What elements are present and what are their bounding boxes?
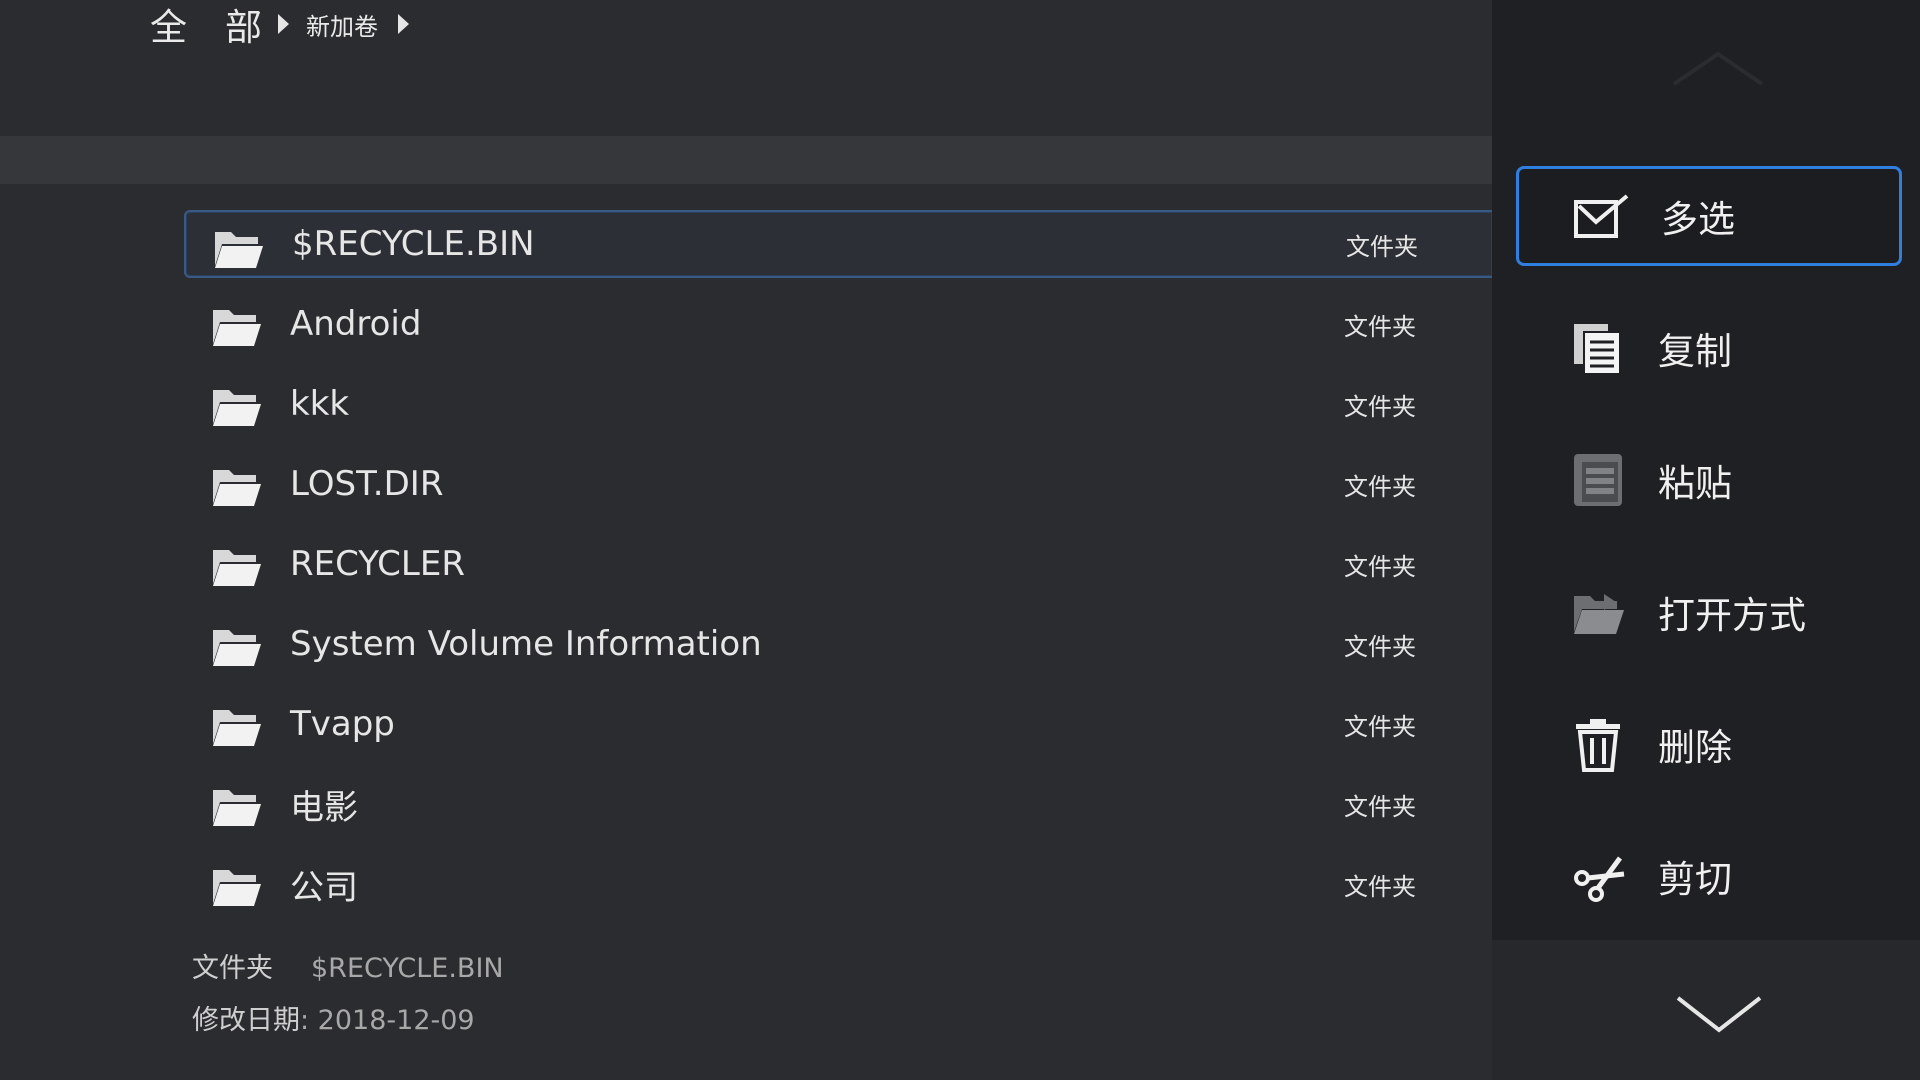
file-type: 文件夹 xyxy=(1344,872,1416,901)
file-name: $RECYCLE.BIN xyxy=(292,224,535,264)
paste-icon xyxy=(1570,452,1626,508)
trash-icon xyxy=(1570,716,1626,772)
file-name: 电影 xyxy=(290,787,358,828)
file-name: RECYCLER xyxy=(290,544,465,584)
file-type: 文件夹 xyxy=(1344,712,1416,741)
file-type: 文件夹 xyxy=(1346,232,1418,261)
open-folder-icon xyxy=(1570,584,1626,640)
selected-file-date: 修改日期: 2018-12-09 xyxy=(192,998,475,1037)
file-type: 文件夹 xyxy=(1344,312,1416,341)
menu-label: 打开方式 xyxy=(1658,594,1806,637)
file-type: 文件夹 xyxy=(1344,392,1416,421)
folder-icon xyxy=(210,304,262,348)
file-name: Tvapp xyxy=(290,704,395,744)
folder-icon xyxy=(212,226,264,270)
file-row[interactable]: kkk 文件夹 xyxy=(184,370,1492,438)
file-row[interactable]: System Volume Information 文件夹 xyxy=(184,610,1492,678)
file-type: 文件夹 xyxy=(1344,472,1416,501)
file-name: Android xyxy=(290,304,422,344)
scissors-icon xyxy=(1570,848,1626,904)
chevron-down-icon[interactable] xyxy=(1674,992,1764,1036)
copy-icon xyxy=(1570,320,1626,376)
file-type: 文件夹 xyxy=(1344,792,1416,821)
folder-icon xyxy=(210,464,262,508)
file-name: System Volume Information xyxy=(290,624,762,664)
file-row[interactable]: Android 文件夹 xyxy=(184,290,1492,358)
info-date-label: 修改日期 xyxy=(192,1005,300,1036)
file-type: 文件夹 xyxy=(1344,632,1416,661)
file-row[interactable]: 公司 文件夹 xyxy=(184,850,1492,918)
breadcrumb-arrow-icon xyxy=(278,0,289,48)
menu-cut[interactable]: 剪切 xyxy=(1516,826,1902,926)
menu-copy[interactable]: 复制 xyxy=(1516,298,1902,398)
menu-label: 粘贴 xyxy=(1658,462,1732,505)
chevron-up-icon[interactable] xyxy=(1670,48,1766,88)
file-name: LOST.DIR xyxy=(290,464,444,504)
file-row[interactable]: RECYCLER 文件夹 xyxy=(184,530,1492,598)
menu-label: 剪切 xyxy=(1658,858,1732,901)
menu-label: 复制 xyxy=(1658,330,1732,373)
folder-icon xyxy=(210,784,262,828)
folder-icon xyxy=(210,864,262,908)
info-type-label: 文件夹 xyxy=(192,953,273,984)
folder-icon xyxy=(210,624,262,668)
menu-paste[interactable]: 粘贴 xyxy=(1516,430,1902,530)
breadcrumb-volume[interactable]: 新加卷 xyxy=(306,0,378,48)
folder-icon xyxy=(210,384,262,428)
menu-open-with[interactable]: 打开方式 xyxy=(1516,562,1902,662)
info-date-value: : 2018-12-09 xyxy=(300,1005,475,1036)
breadcrumb-arrow-icon xyxy=(398,0,409,48)
file-row[interactable]: LOST.DIR 文件夹 xyxy=(184,450,1492,518)
menu-multiselect[interactable]: 多选 xyxy=(1516,166,1902,266)
menu-label: 删除 xyxy=(1658,726,1732,769)
file-name: kkk xyxy=(290,384,350,424)
info-file-name: $RECYCLE.BIN xyxy=(311,953,504,984)
folder-icon xyxy=(210,544,262,588)
checkbox-icon xyxy=(1573,188,1629,244)
file-row[interactable]: 电影 文件夹 xyxy=(184,770,1492,838)
menu-label: 多选 xyxy=(1661,198,1735,241)
file-name: 公司 xyxy=(290,867,358,908)
folder-icon xyxy=(210,704,262,748)
menu-delete[interactable]: 删除 xyxy=(1516,694,1902,794)
file-row[interactable]: $RECYCLE.BIN 文件夹 xyxy=(184,210,1492,278)
file-row[interactable]: Tvapp 文件夹 xyxy=(184,690,1492,758)
file-type: 文件夹 xyxy=(1344,552,1416,581)
breadcrumb xyxy=(0,136,1492,184)
selected-file-info: 文件夹 $RECYCLE.BIN xyxy=(192,946,504,985)
